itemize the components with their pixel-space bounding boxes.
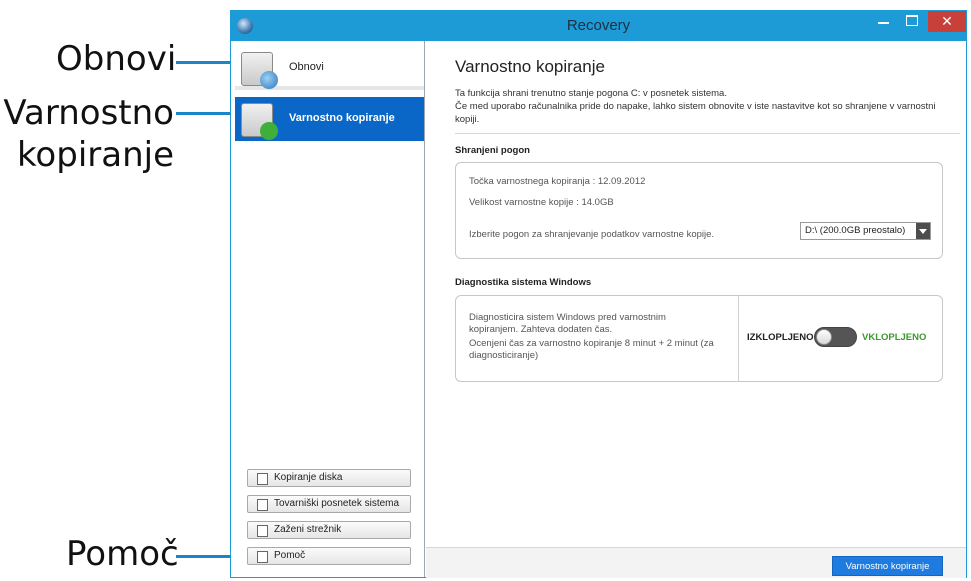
close-icon: ✕ <box>941 13 953 29</box>
sidebar-item-label: Obnovi <box>289 61 324 73</box>
drive-select[interactable]: D:\ (200.0GB preostalo) <box>800 222 931 240</box>
callout-varnostno: Varnostno kopiranje <box>0 92 174 176</box>
main-panel: Varnostno kopiranje Ta funkcija shrani t… <box>426 41 966 578</box>
sidebar: Obnovi Varnostno kopiranje Kopiranje dis… <box>231 41 425 577</box>
backup-size-text: Velikost varnostne kopije : 14.0GB <box>469 197 614 208</box>
minimize-button[interactable] <box>871 11 897 32</box>
close-button[interactable]: ✕ <box>928 11 966 32</box>
callout-obnovi: Obnovi <box>56 39 177 79</box>
backup-icon <box>241 103 278 140</box>
sidebar-item-obnovi[interactable]: Obnovi <box>235 46 424 90</box>
start-server-label: Zaženi strežnik <box>274 524 342 535</box>
chevron-down-icon[interactable] <box>916 223 930 239</box>
disk-copy-icon <box>257 473 268 485</box>
factory-image-icon <box>257 499 268 511</box>
callout-varnostno-line1: Varnostno <box>3 93 174 133</box>
callout-line <box>176 61 236 64</box>
disk-copy-button[interactable]: Kopiranje diska <box>247 469 411 487</box>
toggle-knob <box>816 329 832 345</box>
window-title: Recovery <box>566 17 631 34</box>
backup-button[interactable]: Varnostno kopiranje <box>832 556 943 576</box>
help-label: Pomoč <box>274 550 306 561</box>
start-server-button[interactable]: Zaženi strežnik <box>247 521 411 539</box>
callout-line <box>176 555 236 558</box>
maximize-button[interactable] <box>899 11 925 32</box>
divider <box>455 133 960 134</box>
title-bar[interactable]: Recovery ✕ <box>231 11 966 41</box>
drive-select-value: D:\ (200.0GB preostalo) <box>805 225 906 236</box>
diagnostics-estimate: Ocenjeni čas za varnostno kopiranje 8 mi… <box>469 338 714 361</box>
help-icon <box>257 551 268 563</box>
factory-image-label: Tovarniški posnetek sistema <box>274 498 400 509</box>
footer-bar: Varnostno kopiranje <box>426 547 966 578</box>
sidebar-item-label: Varnostno kopiranje <box>289 112 395 124</box>
server-icon <box>257 525 268 537</box>
page-description: Ta funkcija shrani trenutno stanje pogon… <box>455 87 960 126</box>
toggle-on-label: VKLOPLJENO <box>862 332 927 343</box>
help-button[interactable]: Pomoč <box>247 547 411 565</box>
toggle-off-label: IZKLOPLJENO <box>747 332 814 343</box>
callout-varnostno-line2: kopiranje <box>16 135 174 175</box>
callout-line <box>176 112 236 115</box>
backup-point-text: Točka varnostnega kopiranja : 12.09.2012 <box>469 176 646 187</box>
diagnostics-description: Diagnosticira sistem Windows pred varnos… <box>469 312 666 335</box>
page-title: Varnostno kopiranje <box>455 57 605 76</box>
divider <box>738 296 739 382</box>
sidebar-item-varnostno-kopiranje[interactable]: Varnostno kopiranje <box>235 97 424 141</box>
diagnostics-heading: Diagnostika sistema Windows <box>455 277 592 288</box>
restore-icon <box>241 52 278 89</box>
saved-drive-heading: Shranjeni pogon <box>455 145 530 156</box>
choose-drive-text: Izberite pogon za shranjevanje podatkov … <box>469 229 715 240</box>
factory-image-button[interactable]: Tovarniški posnetek sistema <box>247 495 411 513</box>
description-line: Če med uporabo računalnika pride do napa… <box>455 101 936 125</box>
diagnostics-toggle[interactable] <box>814 327 857 347</box>
recovery-window: Recovery ✕ Obnovi Varnostno kopiranje Ko… <box>230 10 967 578</box>
callout-pomoc: Pomoč <box>66 534 179 574</box>
diagnostics-panel: Diagnosticira sistem Windows pred varnos… <box>455 295 943 382</box>
disk-copy-label: Kopiranje diska <box>274 472 343 483</box>
description-line: Ta funkcija shrani trenutno stanje pogon… <box>455 88 727 99</box>
saved-drive-panel: Točka varnostnega kopiranja : 12.09.2012… <box>455 162 943 259</box>
